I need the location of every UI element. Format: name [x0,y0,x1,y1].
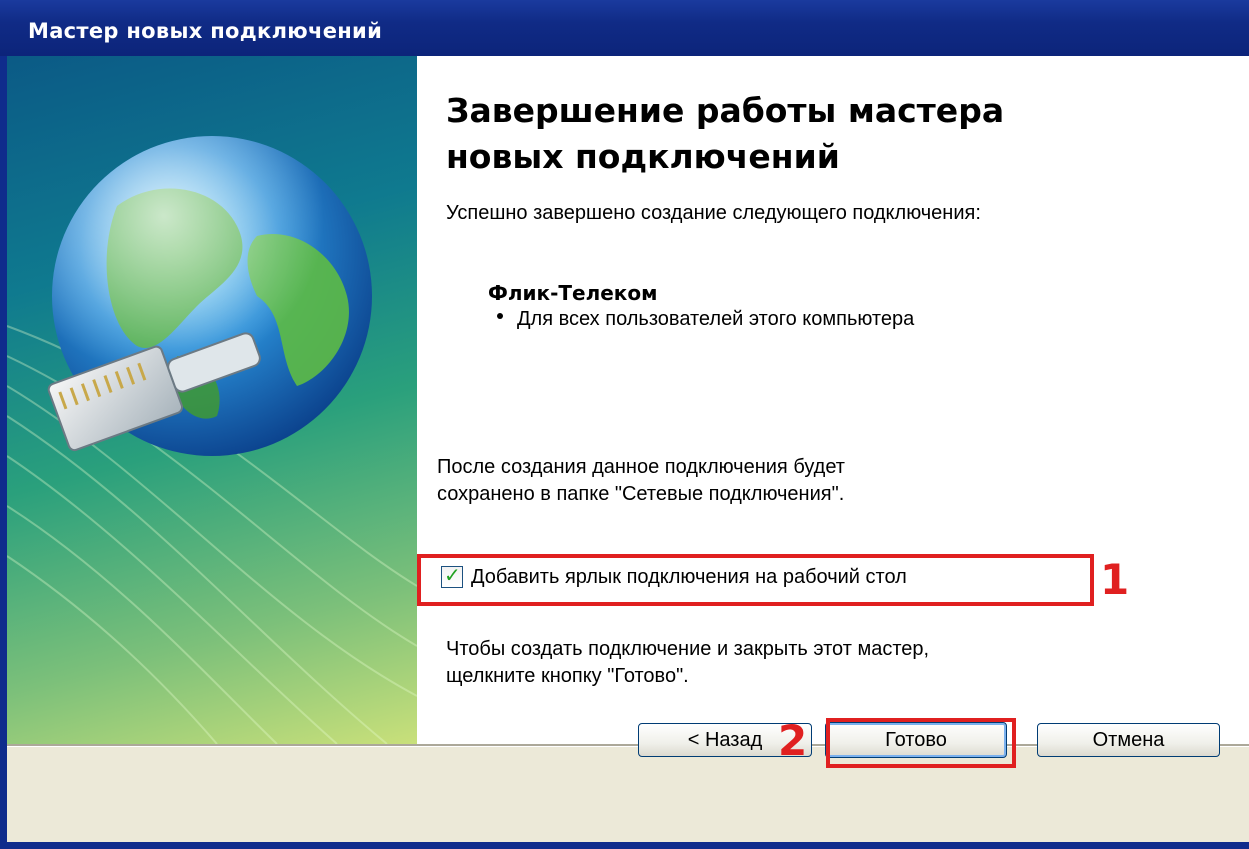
finish-hint-line-2: щелкните кнопку "Готово". [446,665,689,687]
title-bar[interactable]: Мастер новых подключений [0,0,1249,56]
annotation-number-2: 2 [778,716,808,765]
success-text: Успешно завершено создание следующего по… [446,202,981,224]
finish-hint-line-1: Чтобы создать подключение и закрыть этот… [446,638,930,660]
page-title-line-1: Завершение работы мастера [446,91,1005,130]
annotation-number-1: 1 [1100,555,1130,604]
connection-name: Флик-Телеком [488,281,658,305]
saved-location-line-2: сохранено в папке "Сетевые подключения". [437,483,845,505]
globe-network-cable-icon [7,136,417,744]
connection-scope-item: Для всех пользователей этого компьютера [497,308,914,331]
saved-location-line-1: После создания данное подключения будет [437,456,845,478]
connection-scope: Для всех пользователей этого компьютера [517,308,915,330]
page-title: Завершение работы мастера новых подключе… [446,88,1166,180]
wizard-side-image [7,56,417,744]
annotation-box-2 [826,718,1016,768]
annotation-box-1 [417,554,1094,606]
bullet-icon [497,312,503,319]
page-title-line-2: новых подключений [446,137,840,176]
wizard-content: Завершение работы мастера новых подключе… [417,56,1249,744]
window-title: Мастер новых подключений [28,19,383,43]
cancel-button[interactable]: Отмена [1037,723,1220,757]
